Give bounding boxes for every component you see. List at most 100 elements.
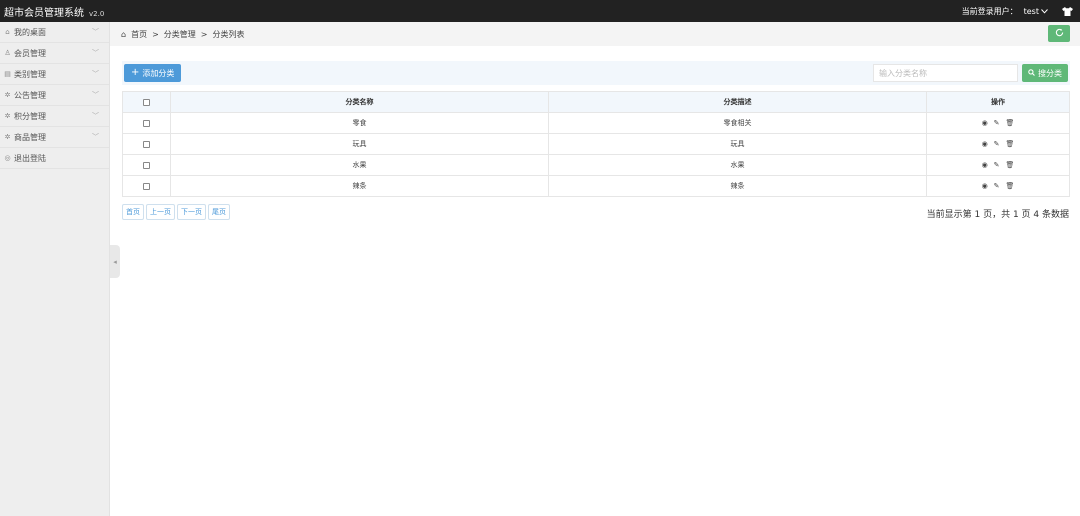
category-desc: 玩具 xyxy=(548,133,927,155)
row-actions: ◉ ✎ 🗑 xyxy=(926,133,1070,155)
search-area: 搜分类 xyxy=(873,64,1068,82)
add-category-label: 添加分类 xyxy=(142,68,175,78)
chevron-left-icon: ◂ xyxy=(113,257,117,266)
chevron-down-icon: ﹀ xyxy=(92,112,99,120)
home-icon: ⌂ xyxy=(121,29,127,39)
category-desc: 零食相关 xyxy=(548,112,927,134)
page-next-button[interactable]: 下一页 xyxy=(177,204,206,220)
row-actions: ◉ ✎ 🗑 xyxy=(926,112,1070,134)
toolbar: + 添加分类 搜分类 xyxy=(122,61,1070,85)
home-icon: ⌂ xyxy=(5,28,10,36)
row-checkbox[interactable] xyxy=(143,119,150,127)
page-info: 当前显示第 1 页，共 1 页 4 条数据 xyxy=(926,210,1069,220)
row-actions: ◉ ✎ 🗑 xyxy=(926,154,1070,176)
sidebar-item-points[interactable]: ✲ 积分管理 ﹀ xyxy=(0,106,109,127)
row-checkbox[interactable] xyxy=(143,182,150,190)
top-header: 超市会员管理系统 v2.0 当前登录用户： test xyxy=(0,0,1080,22)
breadcrumb-level1[interactable]: 分类管理 xyxy=(164,29,196,40)
delete-icon[interactable]: 🗑 xyxy=(1006,140,1015,148)
chevron-down-icon: ﹀ xyxy=(92,91,99,99)
gear-icon: ✲ xyxy=(4,133,11,141)
sidebar-item-label: 积分管理 xyxy=(14,111,46,121)
gear-icon: ✲ xyxy=(4,91,11,99)
delete-icon[interactable]: 🗑 xyxy=(1006,182,1015,190)
sidebar-item-label: 我的桌面 xyxy=(14,27,46,37)
table-row: 辣条 辣条 ◉ ✎ 🗑 xyxy=(122,175,1070,197)
select-all-checkbox[interactable] xyxy=(143,98,150,106)
sidebar-collapse-toggle[interactable]: ◂ xyxy=(110,245,120,278)
row-checkbox-cell xyxy=(122,175,171,197)
breadcrumb-separator: > xyxy=(152,29,159,39)
chevron-down-icon: ﹀ xyxy=(92,133,99,141)
row-checkbox-cell xyxy=(122,154,171,176)
sidebar-item-label: 类别管理 xyxy=(14,69,46,79)
header-ops: 操作 xyxy=(926,91,1070,113)
search-button[interactable]: 搜分类 xyxy=(1022,64,1068,82)
edit-icon[interactable]: ✎ xyxy=(994,161,1000,169)
view-icon[interactable]: ◉ xyxy=(982,161,988,169)
brand: 超市会员管理系统 v2.0 xyxy=(4,4,104,19)
user-icon: ♙ xyxy=(4,49,11,57)
category-name: 水果 xyxy=(170,154,549,176)
add-category-button[interactable]: + 添加分类 xyxy=(124,64,182,82)
chevron-down-icon: ﹀ xyxy=(92,49,99,57)
sidebar-item-categories[interactable]: ▤ 类别管理 ﹀ xyxy=(0,64,109,85)
user-area: 当前登录用户： test xyxy=(962,5,1074,17)
category-desc: 水果 xyxy=(548,154,927,176)
row-checkbox[interactable] xyxy=(143,140,150,148)
sidebar-item-label: 会员管理 xyxy=(14,48,46,58)
user-menu[interactable]: test xyxy=(1024,7,1048,16)
sidebar-item-members[interactable]: ♙ 会员管理 ﹀ xyxy=(0,43,109,64)
row-checkbox-cell xyxy=(122,112,171,134)
search-icon xyxy=(1028,68,1035,78)
pagination: 首页 上一页 下一页 尾页 xyxy=(122,204,230,220)
refresh-button[interactable] xyxy=(1048,25,1070,42)
sidebar-item-label: 公告管理 xyxy=(14,90,46,100)
refresh-icon xyxy=(1055,28,1064,39)
sidebar-item-products[interactable]: ✲ 商品管理 ﹀ xyxy=(0,127,109,148)
login-label: 当前登录用户： xyxy=(961,6,1018,16)
table-header-row: 分类名称 分类描述 操作 xyxy=(122,91,1070,113)
username: test xyxy=(1023,6,1039,16)
sidebar-item-desktop[interactable]: ⌂ 我的桌面 ﹀ xyxy=(0,22,109,43)
edit-icon[interactable]: ✎ xyxy=(994,140,1000,148)
category-desc: 辣条 xyxy=(548,175,927,197)
view-icon[interactable]: ◉ xyxy=(982,182,988,190)
category-name: 零食 xyxy=(170,112,549,134)
breadcrumb-level2: 分类列表 xyxy=(212,29,245,39)
table-row: 零食 零食相关 ◉ ✎ 🗑 xyxy=(122,112,1070,134)
breadcrumb-separator: > xyxy=(200,29,208,39)
page-first-button[interactable]: 首页 xyxy=(122,204,144,220)
category-name: 辣条 xyxy=(170,175,549,197)
view-icon[interactable]: ◉ xyxy=(982,140,988,148)
edit-icon[interactable]: ✎ xyxy=(994,119,1000,127)
page-prev-button[interactable]: 上一页 xyxy=(146,204,175,220)
chevron-down-icon xyxy=(1041,7,1048,16)
sidebar-item-logout[interactable]: ◎ 退出登陆 xyxy=(0,148,109,169)
breadcrumb: ⌂ 首页 > 分类管理 > 分类列表 xyxy=(110,22,1080,46)
search-label: 搜分类 xyxy=(1038,68,1062,78)
gear-icon: ✲ xyxy=(4,112,11,120)
chevron-down-icon: ﹀ xyxy=(92,28,99,36)
sidebar-item-notices[interactable]: ✲ 公告管理 ﹀ xyxy=(0,85,109,106)
header-desc: 分类描述 xyxy=(548,91,927,113)
sidebar-item-label: 退出登陆 xyxy=(14,153,46,163)
search-input[interactable] xyxy=(873,64,1018,82)
breadcrumb-home[interactable]: 首页 xyxy=(131,29,147,40)
page-last-button[interactable]: 尾页 xyxy=(208,204,230,220)
app-title[interactable]: 超市会员管理系统 xyxy=(4,4,84,19)
shirt-icon[interactable] xyxy=(1060,5,1074,17)
chevron-down-icon: ﹀ xyxy=(92,70,99,78)
row-checkbox[interactable] xyxy=(143,161,150,169)
delete-icon[interactable]: 🗑 xyxy=(1006,161,1015,169)
app-version: v2.0 xyxy=(89,9,105,18)
row-actions: ◉ ✎ 🗑 xyxy=(926,175,1070,197)
view-icon[interactable]: ◉ xyxy=(982,119,988,127)
plus-icon: + xyxy=(131,67,140,78)
table-row: 水果 水果 ◉ ✎ 🗑 xyxy=(122,154,1070,176)
edit-icon[interactable]: ✎ xyxy=(994,182,1000,190)
header-name: 分类名称 xyxy=(170,91,549,113)
delete-icon[interactable]: 🗑 xyxy=(1006,119,1015,127)
logout-icon: ◎ xyxy=(4,154,11,162)
sidebar-item-label: 商品管理 xyxy=(14,132,46,142)
